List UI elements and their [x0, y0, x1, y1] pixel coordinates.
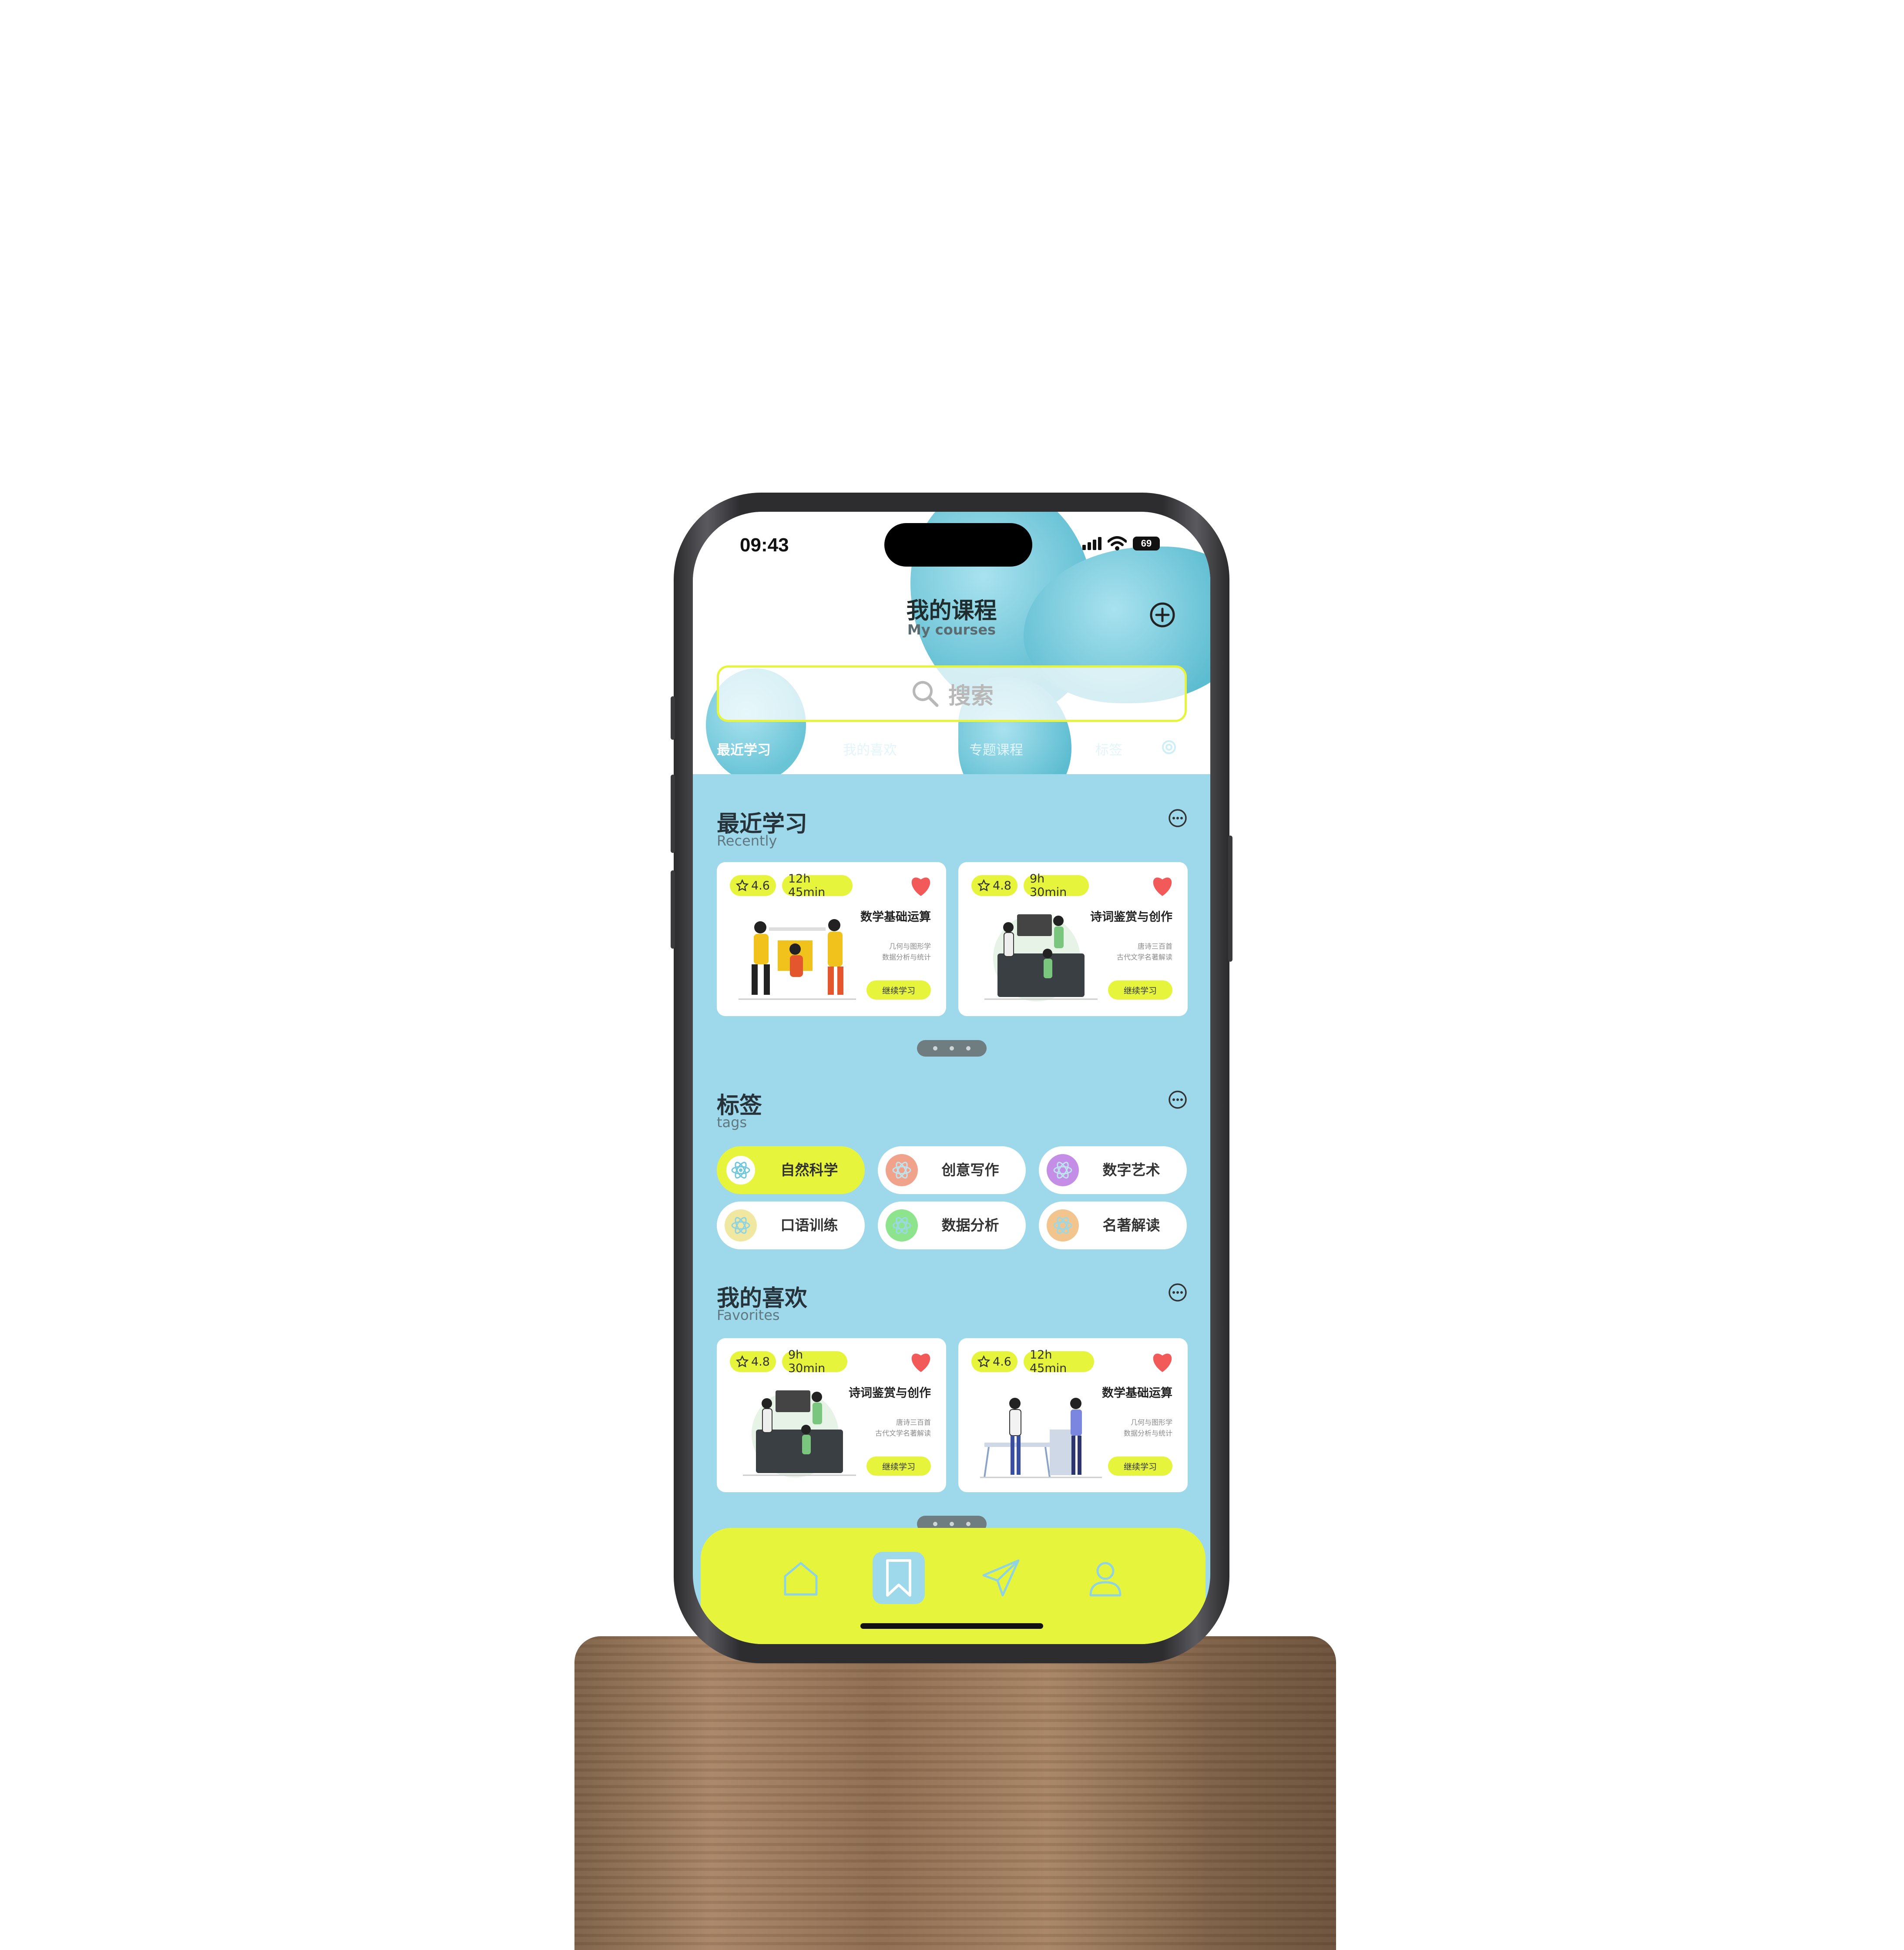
- duration-badge: 9h 30min: [782, 1348, 847, 1375]
- nav-profile[interactable]: [1079, 1552, 1132, 1604]
- continue-button[interactable]: 继续学习: [866, 980, 931, 1000]
- side-button: [671, 696, 675, 740]
- rating-badge: 4.6: [971, 1351, 1017, 1372]
- course-topic: 几何与图形学: [1130, 1418, 1172, 1426]
- send-icon: [982, 1559, 1020, 1597]
- course-topic: 数据分析与统计: [882, 953, 931, 961]
- home-indicator: [860, 1623, 1043, 1629]
- heart-icon[interactable]: [1150, 874, 1175, 897]
- course-card[interactable]: 4.8 9h 30min 诗词鉴赏与创作 唐诗三百首 古代文学名著解读 继续学习: [958, 862, 1188, 1016]
- atom-icon: [886, 1154, 918, 1186]
- section-subtitle: tags: [717, 1114, 747, 1131]
- course-topic: 数据分析与统计: [1123, 1429, 1172, 1437]
- wooden-pedestal: [574, 1636, 1336, 1950]
- tab-favorites[interactable]: 我的喜欢: [843, 739, 897, 759]
- atom-icon: [886, 1209, 918, 1242]
- star-icon: [977, 879, 991, 892]
- volume-up-button: [671, 775, 675, 853]
- power-button: [1228, 836, 1232, 962]
- course-topic: 几何与图形学: [889, 942, 931, 950]
- home-icon: [784, 1562, 818, 1596]
- continue-button[interactable]: 继续学习: [1108, 1457, 1172, 1476]
- dynamic-island: [884, 523, 1032, 567]
- atom-icon: [725, 1154, 757, 1186]
- star-icon: [736, 879, 749, 892]
- page-title: 我的课程: [906, 598, 997, 624]
- study-illustration: [739, 919, 856, 1000]
- battery-icon: 69: [1133, 537, 1160, 550]
- status-time: 09:43: [740, 534, 789, 556]
- tab-bar: 最近学习 我的喜欢 专题课程 标签: [717, 739, 1187, 761]
- star-icon: [736, 1355, 749, 1368]
- tags-section-header: 标签 tags: [717, 1087, 1187, 1139]
- signal-icon: [1082, 537, 1101, 550]
- settings-icon[interactable]: [1161, 739, 1177, 755]
- nav-bookmark[interactable]: [873, 1552, 925, 1604]
- tag-speaking-practice[interactable]: 口语训练: [717, 1202, 865, 1249]
- more-icon[interactable]: [1168, 808, 1188, 828]
- profile-icon: [1089, 1562, 1122, 1597]
- tag-natural-science[interactable]: 自然科学: [717, 1146, 865, 1194]
- search-input[interactable]: 搜索: [717, 665, 1187, 722]
- tag-label: 创意写作: [941, 1161, 999, 1178]
- bookmark-icon: [886, 1559, 911, 1597]
- course-topic: 古代文学名著解读: [1116, 953, 1172, 961]
- tab-tags[interactable]: 标签: [1095, 739, 1122, 759]
- continue-button[interactable]: 继续学习: [1108, 980, 1172, 1000]
- course-name: 诗词鉴赏与创作: [849, 1386, 931, 1400]
- rating-badge: 4.6: [730, 875, 776, 896]
- course-name: 数学基础运算: [1102, 1386, 1172, 1400]
- nav-send[interactable]: [975, 1552, 1027, 1604]
- nav-home[interactable]: [775, 1552, 827, 1604]
- recent-section-header: 最近学习 Recently: [717, 806, 1187, 858]
- pager-dots[interactable]: [917, 1040, 987, 1057]
- search-placeholder: 搜索: [948, 683, 994, 709]
- atom-icon: [1047, 1154, 1079, 1186]
- tag-label: 数字艺术: [1102, 1161, 1160, 1178]
- tag-data-analysis[interactable]: 数据分析: [878, 1202, 1026, 1249]
- section-subtitle: Recently: [717, 832, 777, 849]
- duration-badge: 12h 45min: [1024, 1348, 1094, 1375]
- heart-icon[interactable]: [909, 874, 933, 897]
- rating-badge: 4.8: [971, 875, 1017, 896]
- star-icon: [977, 1355, 991, 1368]
- tag-label: 自然科学: [780, 1161, 838, 1178]
- rating-badge: 4.8: [730, 1351, 776, 1372]
- tab-recent[interactable]: 最近学习: [717, 739, 771, 759]
- wifi-icon: [1108, 536, 1127, 550]
- course-topic: 古代文学名著解读: [875, 1429, 931, 1437]
- more-icon[interactable]: [1168, 1282, 1188, 1302]
- add-course-icon[interactable]: [1149, 601, 1176, 628]
- tag-digital-art[interactable]: 数字艺术: [1039, 1146, 1187, 1194]
- tag-label: 数据分析: [941, 1217, 999, 1234]
- course-topic: 唐诗三百首: [896, 1418, 931, 1426]
- favorites-section-header: 我的喜欢 Favorites: [717, 1280, 1187, 1332]
- course-topic: 唐诗三百首: [1137, 942, 1172, 950]
- app-screen: 09:43 69 我的课程 My courses 搜索 最近学习 我的喜欢 专题…: [693, 512, 1210, 1644]
- heart-icon[interactable]: [1150, 1350, 1175, 1373]
- atom-icon: [1047, 1209, 1079, 1242]
- tag-label: 口语训练: [780, 1217, 838, 1234]
- more-icon[interactable]: [1168, 1090, 1188, 1110]
- tag-creative-writing[interactable]: 创意写作: [878, 1146, 1026, 1194]
- duration-badge: 12h 45min: [782, 872, 853, 899]
- course-card[interactable]: 4.6 12h 45min 数学基础运算 几何与图形学 数据分析与统计 继续学习: [958, 1338, 1188, 1492]
- course-card[interactable]: 4.8 9h 30min 诗词鉴赏与创作 唐诗三百首 古代文学名著解读 继续学习: [717, 1338, 946, 1492]
- heart-icon[interactable]: [909, 1350, 933, 1373]
- section-subtitle: Favorites: [717, 1307, 780, 1323]
- course-card[interactable]: 4.6 12h 45min 数学基础运算 几何与图形学 数据分析与统计 继续学习: [717, 862, 946, 1016]
- course-name: 诗词鉴赏与创作: [1090, 910, 1172, 924]
- search-icon: [912, 681, 939, 707]
- duration-badge: 9h 30min: [1024, 872, 1089, 899]
- continue-button[interactable]: 继续学习: [866, 1457, 931, 1476]
- tab-topics[interactable]: 专题课程: [969, 739, 1023, 759]
- page-subtitle: My courses: [907, 621, 996, 638]
- study-illustration: [980, 1398, 1102, 1478]
- tag-label: 名著解读: [1102, 1217, 1160, 1234]
- status-icons: 69: [1082, 536, 1160, 551]
- volume-down-button: [671, 870, 675, 949]
- tag-classic-reading[interactable]: 名著解读: [1039, 1202, 1187, 1249]
- atom-icon: [725, 1209, 757, 1242]
- course-name: 数学基础运算: [860, 910, 931, 924]
